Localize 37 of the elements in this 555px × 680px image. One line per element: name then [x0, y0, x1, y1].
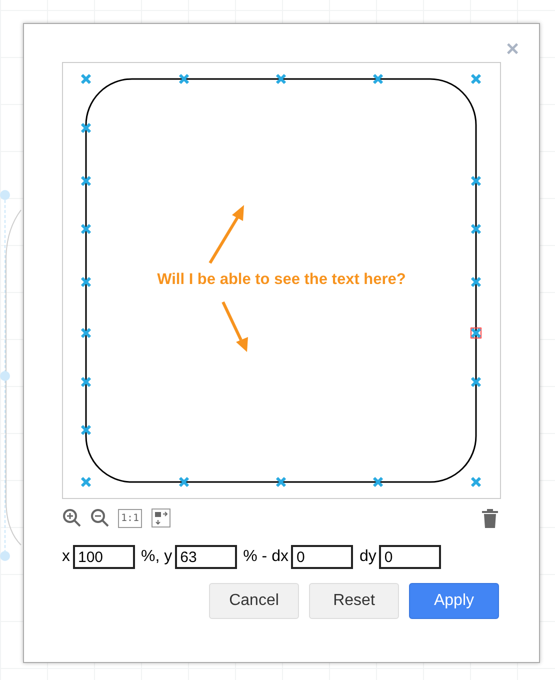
- trash-icon[interactable]: [481, 508, 499, 528]
- input-field[interactable]: 0: [291, 545, 354, 569]
- connection-point-icon[interactable]: [470, 276, 482, 288]
- connection-point-icon[interactable]: [178, 476, 190, 488]
- connection-point-icon[interactable]: [470, 376, 482, 388]
- zoom-out-icon[interactable]: [90, 508, 110, 528]
- field-label: %, y: [141, 548, 172, 566]
- arrow-drawing: [222, 301, 248, 352]
- dialog-button[interactable]: Cancel: [209, 583, 299, 619]
- connection-point-icon[interactable]: [470, 224, 482, 234]
- connection-point-icon[interactable]: [372, 476, 384, 488]
- connection-point-icon[interactable]: [470, 176, 482, 186]
- dialog-button[interactable]: Reset: [309, 583, 399, 619]
- preview-text: Will I be able to see the text here?: [157, 271, 406, 289]
- field-label: dy: [359, 548, 376, 566]
- field-label: % - dx: [243, 548, 288, 566]
- connection-point-icon[interactable]: [80, 328, 92, 338]
- connection-point-icon[interactable]: [470, 328, 482, 338]
- input-field[interactable]: 0: [379, 545, 442, 569]
- connection-point-icon[interactable]: [372, 74, 384, 84]
- input-field[interactable]: 100: [73, 545, 135, 569]
- zoom-in-icon[interactable]: [62, 508, 82, 528]
- apply-button[interactable]: Apply: [409, 583, 499, 619]
- input-field[interactable]: 63: [175, 545, 238, 569]
- fit-icon[interactable]: [150, 507, 172, 529]
- connection-point-icon[interactable]: [80, 176, 92, 186]
- connection-point-icon[interactable]: [80, 424, 92, 436]
- arrow-drawing: [208, 205, 244, 264]
- connection-point-icon[interactable]: [80, 376, 92, 388]
- connection-point-icon[interactable]: [178, 74, 190, 84]
- connection-point-icon[interactable]: [276, 476, 286, 488]
- actual-size-button[interactable]: 1:1: [118, 508, 142, 528]
- connection-point-icon[interactable]: [276, 74, 286, 84]
- connection-point-icon[interactable]: [80, 276, 92, 288]
- field-label: x: [62, 548, 70, 566]
- connection-point-icon[interactable]: [80, 122, 92, 134]
- connection-point-icon[interactable]: [80, 224, 92, 234]
